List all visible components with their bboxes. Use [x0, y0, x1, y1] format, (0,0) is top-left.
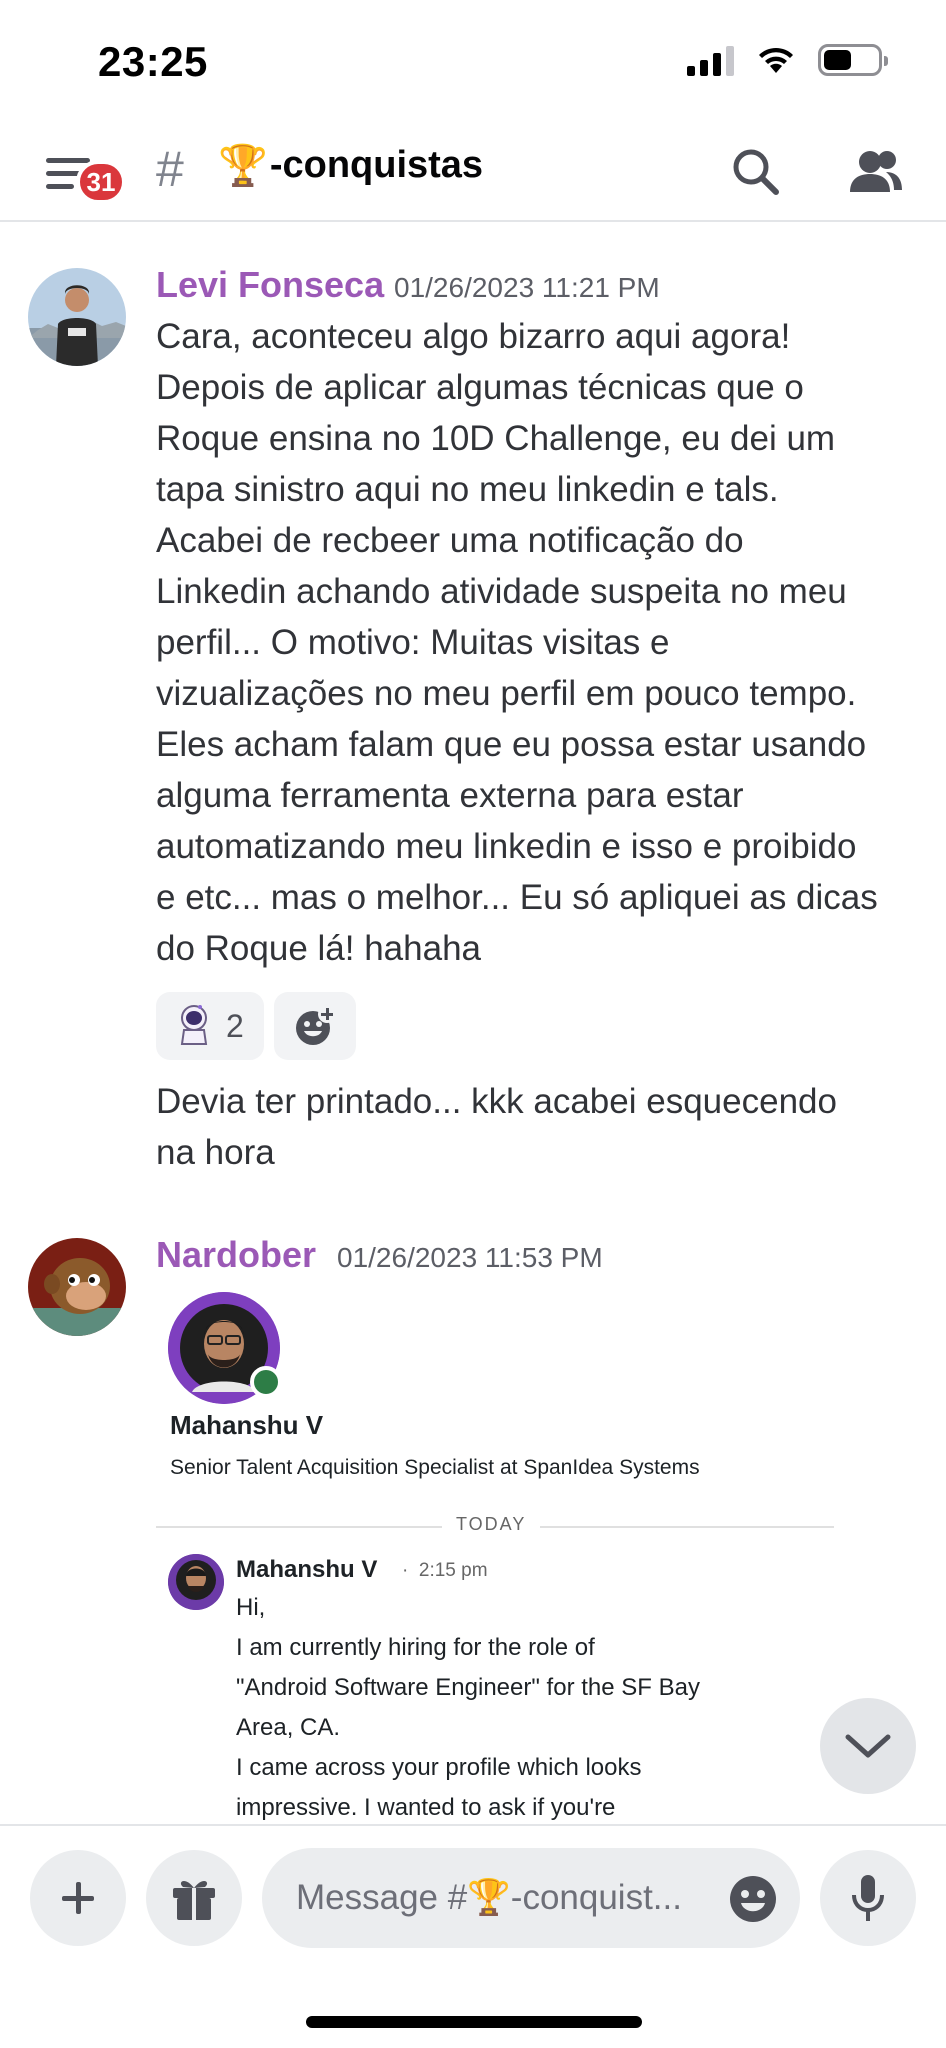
gift-icon [173, 1880, 215, 1920]
attach-button[interactable] [30, 1850, 126, 1946]
chat-avatar [168, 1554, 224, 1610]
channel-name: -conquistas [269, 144, 484, 186]
status-icons [687, 44, 888, 76]
chevron-down-icon [845, 1734, 891, 1758]
members-icon[interactable] [842, 142, 908, 202]
avatar[interactable] [28, 1238, 126, 1336]
cellular-signal-icon [687, 44, 734, 76]
status-bar: 23:25 [0, 0, 946, 120]
emoji-picker-icon[interactable] [728, 1874, 778, 1924]
chat-sender-name: Mahanshu V [236, 1556, 378, 1583]
plus-icon [62, 1882, 94, 1914]
message-composer [0, 1824, 946, 2048]
reaction-count: 2 [226, 1007, 244, 1044]
microphone-icon [852, 1875, 884, 1921]
username[interactable]: Nardober [156, 1234, 316, 1276]
chat-time-value: 2:15 pm [418, 1560, 488, 1581]
status-time: 23:25 [98, 38, 208, 85]
wifi-icon [759, 47, 793, 73]
trophy-icon: 🏆 [218, 144, 268, 188]
unread-badge: 31 [76, 160, 126, 204]
add-reaction-icon [295, 1005, 336, 1045]
chat-time: · 2:15 pm [402, 1560, 488, 1581]
message-input-container[interactable] [262, 1848, 800, 1948]
home-indicator [306, 2016, 642, 2028]
date-divider-label: TODAY [442, 1514, 541, 1535]
reaction-chip[interactable]: 2 [156, 992, 264, 1060]
avatar[interactable] [28, 268, 126, 366]
voice-message-button[interactable] [820, 1850, 916, 1946]
hash-icon: # [156, 141, 184, 197]
message-timestamp: 01/26/2023 11:53 PM [337, 1242, 603, 1273]
profile-role: Senior Talent Acquisition Specialist at … [170, 1456, 700, 1479]
message-timestamp: 01/26/2023 11:21 PM [394, 272, 660, 303]
message-text-followup: Devia ter printado... kkk acabei esquece… [156, 1082, 837, 1172]
channel-title[interactable]: 🏆 -conquistas [218, 142, 483, 189]
jump-to-present-button[interactable] [820, 1698, 916, 1794]
astronaut-emoji-icon [180, 1005, 208, 1045]
message-input[interactable] [296, 1878, 696, 1918]
menu-button[interactable]: 31 [42, 148, 126, 212]
gift-button[interactable] [146, 1850, 242, 1946]
reactions-bar: 2 [156, 992, 356, 1060]
search-icon[interactable] [726, 142, 786, 202]
chat-body: Hi, I am currently hiring for the role o… [236, 1594, 700, 1821]
add-reaction-button[interactable] [273, 992, 356, 1060]
username[interactable]: Levi Fonseca [156, 264, 384, 306]
profile-name: Mahanshu V [170, 1410, 324, 1440]
battery-icon [818, 44, 888, 76]
channel-header: 31 # 🏆 -conquistas [0, 120, 946, 222]
online-status-dot [250, 1366, 282, 1398]
message-text: Cara, aconteceu algo bizarro aqui agora!… [156, 317, 878, 968]
